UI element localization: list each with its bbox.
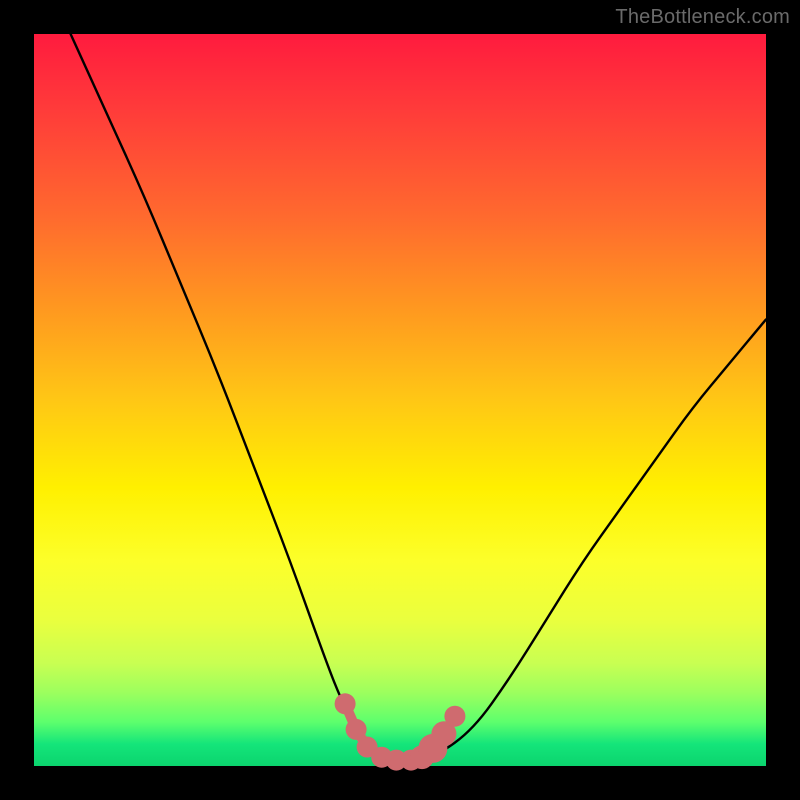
curve-marker [346, 719, 367, 740]
chart-svg [34, 34, 766, 766]
curve-marker [444, 706, 465, 727]
marker-group [335, 693, 466, 770]
watermark-text: TheBottleneck.com [615, 6, 790, 29]
plot-area [34, 34, 766, 766]
chart-frame: TheBottleneck.com [0, 0, 800, 800]
curve-marker [335, 693, 356, 714]
bottleneck-curve [71, 34, 766, 760]
